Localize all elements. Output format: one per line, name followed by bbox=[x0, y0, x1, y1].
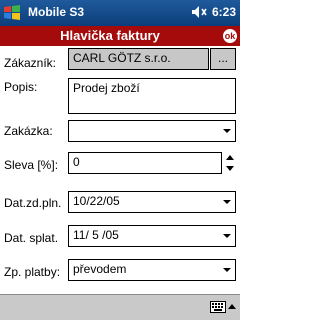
customer-field: CARL GÖTZ s.r.o. bbox=[68, 48, 209, 70]
spin-up-icon[interactable] bbox=[224, 152, 236, 163]
order-label: Zakázka: bbox=[4, 124, 53, 138]
order-select[interactable] bbox=[68, 120, 236, 142]
payment-method-select[interactable]: převodem bbox=[68, 259, 236, 281]
menu-bar bbox=[0, 294, 240, 320]
due-date-picker[interactable]: 11/ 5 /05 bbox=[68, 225, 236, 247]
description-input[interactable]: Prodej zboží bbox=[68, 78, 236, 114]
ok-button[interactable]: ok bbox=[221, 27, 239, 45]
windows-flag-icon[interactable] bbox=[2, 3, 22, 23]
chevron-down-icon[interactable] bbox=[219, 121, 235, 141]
spin-down-icon[interactable] bbox=[224, 163, 236, 174]
payment-method-value: převodem bbox=[73, 262, 127, 276]
due-date-label: Dat. splat. bbox=[4, 231, 59, 245]
clock[interactable]: 6:23 bbox=[212, 5, 236, 19]
due-date-value: 11/ 5 /05 bbox=[73, 228, 119, 242]
title-bar: Mobile S3 6:23 bbox=[0, 0, 240, 26]
payment-method-label: Zp. platby: bbox=[4, 265, 61, 279]
chevron-down-icon[interactable] bbox=[219, 226, 235, 246]
discount-spinner[interactable] bbox=[224, 152, 236, 174]
chevron-down-icon[interactable] bbox=[219, 192, 235, 212]
customer-lookup-button[interactable]: ... bbox=[210, 48, 236, 70]
customer-label: Zákazník: bbox=[4, 56, 57, 70]
sip-up-arrow-icon[interactable] bbox=[228, 304, 236, 309]
chevron-down-icon[interactable] bbox=[219, 260, 235, 280]
discount-label: Sleva [%]: bbox=[4, 158, 59, 172]
description-label: Popis: bbox=[4, 80, 38, 94]
tax-date-value: 10/22/05 bbox=[73, 194, 120, 208]
keyboard-icon[interactable] bbox=[210, 301, 226, 313]
form-header: Hlavička faktury ok bbox=[0, 26, 240, 46]
form-title: Hlavička faktury bbox=[60, 28, 160, 43]
tax-date-picker[interactable]: 10/22/05 bbox=[68, 191, 236, 213]
status-area: 6:23 bbox=[191, 5, 236, 19]
discount-input[interactable]: 0 bbox=[68, 152, 222, 174]
tax-date-label: Dat.zd.pln. bbox=[4, 196, 62, 210]
app-title: Mobile S3 bbox=[28, 5, 85, 19]
speaker-icon[interactable] bbox=[191, 5, 209, 19]
